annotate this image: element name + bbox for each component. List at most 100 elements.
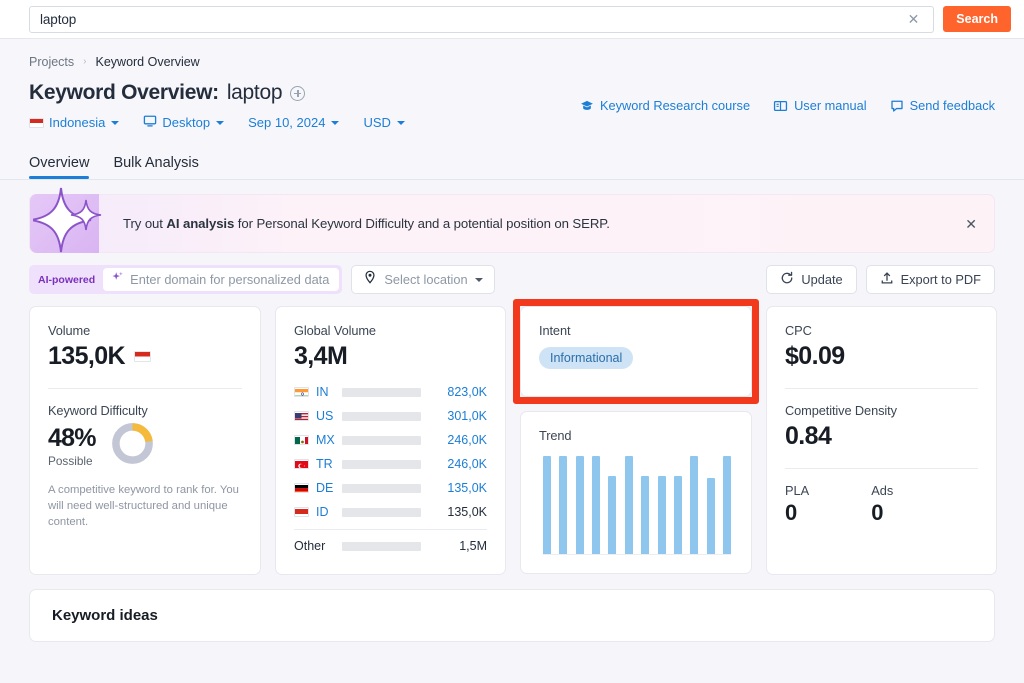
filter-bar: Indonesia Desktop Sep 10, 2024 USD: [29, 114, 995, 131]
tab-overview[interactable]: Overview: [29, 155, 90, 179]
country-volume-value[interactable]: 246,0K: [430, 433, 487, 447]
global-volume-other-row: Other 1,5M: [294, 534, 487, 558]
volume-card: Volume 135,0K Keyword Difficulty 48% Pos…: [29, 306, 261, 575]
ads-metric: Ads 0: [871, 483, 893, 526]
domain-input[interactable]: Enter domain for personalized data: [103, 268, 340, 291]
flag-mexico-icon: [294, 435, 309, 445]
sparkle-icon: [30, 187, 102, 253]
chevron-down-icon: [331, 120, 340, 125]
page-title-prefix: Keyword Overview:: [29, 81, 219, 104]
trend-bar: [575, 456, 584, 554]
keyword-research-course-link[interactable]: Keyword Research course: [580, 98, 750, 113]
ai-banner-text-bold: AI analysis: [166, 216, 235, 231]
analysis-toolbar: AI-powered Enter domain for personalized…: [29, 265, 995, 294]
pla-metric: PLA 0: [785, 483, 809, 526]
filter-device[interactable]: Desktop: [143, 114, 225, 131]
chevron-down-icon: [396, 120, 405, 125]
divider: [785, 468, 978, 469]
country-volume-value[interactable]: 246,0K: [430, 457, 487, 471]
country-volume-value[interactable]: 301,0K: [430, 409, 487, 423]
filter-currency[interactable]: USD: [363, 115, 405, 130]
global-volume-row: US 301,0K: [294, 404, 487, 428]
flag-indonesia-icon: [294, 507, 309, 517]
flag-indonesia-icon: [134, 351, 152, 362]
competitive-density-value: 0.84: [785, 422, 832, 450]
search-input-value: laptop: [40, 11, 77, 27]
filter-date-label: Sep 10, 2024: [248, 115, 326, 130]
keyword-difficulty-donut-chart: [110, 421, 155, 471]
ai-banner-text: Try out AI analysis for Personal Keyword…: [99, 216, 610, 231]
update-button[interactable]: Update: [766, 265, 857, 294]
breadcrumb-separator-icon: ›: [83, 56, 87, 67]
country-code-link[interactable]: US: [309, 409, 342, 423]
trend-bar: [641, 475, 650, 554]
filter-date[interactable]: Sep 10, 2024: [248, 115, 340, 130]
send-feedback-link[interactable]: Send feedback: [890, 98, 995, 113]
intent-badge[interactable]: Informational: [539, 347, 634, 369]
clear-search-icon[interactable]: ✕: [904, 12, 924, 26]
ads-label: Ads: [871, 483, 894, 498]
trend-bar: [543, 456, 551, 554]
flag-usa-icon: [294, 411, 309, 421]
global-volume-row: ID 135,0K: [294, 500, 487, 524]
tab-bulk-analysis[interactable]: Bulk Analysis: [113, 155, 198, 179]
search-input[interactable]: laptop ✕: [29, 5, 935, 33]
country-volume-value[interactable]: 135,0K: [430, 481, 487, 495]
global-volume-value: 3,4M: [294, 342, 348, 370]
global-search-bar: laptop ✕ Search: [0, 0, 1024, 39]
location-select-label: Select location: [384, 272, 468, 287]
export-pdf-button[interactable]: Export to PDF: [865, 265, 995, 294]
country-volume-value[interactable]: 823,0K: [430, 385, 487, 399]
user-manual-label: User manual: [794, 98, 867, 113]
country-code-link[interactable]: TR: [309, 457, 342, 471]
search-button[interactable]: Search: [943, 6, 1011, 32]
country-code-link[interactable]: ID: [309, 505, 342, 519]
volume-bar: [342, 387, 421, 397]
country-code-link[interactable]: IN: [309, 385, 342, 399]
trend-bar: [706, 477, 715, 554]
keyword-ideas-section: Keyword ideas: [29, 589, 995, 642]
trend-bar: [690, 456, 699, 554]
flag-india-icon: [294, 387, 309, 397]
other-label: Other: [294, 539, 326, 553]
add-to-list-icon[interactable]: [290, 85, 306, 101]
global-volume-card: Global Volume 3,4M IN 823,0K US 301,0K M…: [275, 306, 506, 575]
intent-trend-column: Intent Informational Trend: [513, 299, 759, 575]
country-code-link[interactable]: MX: [309, 433, 342, 447]
trend-bar: [559, 456, 568, 554]
location-select[interactable]: Select location: [351, 265, 495, 294]
monitor-icon: [143, 114, 157, 131]
refresh-icon: [780, 271, 794, 288]
book-icon: [773, 99, 788, 113]
pla-ads-row: PLA 0 Ads 0: [785, 483, 978, 526]
close-banner-icon[interactable]: ✕: [965, 217, 977, 231]
breadcrumb-projects[interactable]: Projects: [29, 55, 74, 69]
page-header: Projects › Keyword Overview Keyword Rese…: [0, 39, 1024, 180]
global-volume-row: MX 246,0K: [294, 428, 487, 452]
keyword-difficulty-label: Keyword Difficulty: [48, 403, 148, 418]
intent-card-wrapper: Intent Informational: [513, 299, 759, 404]
keyword-ideas-title: Keyword ideas: [52, 607, 158, 624]
competitive-density-label: Competitive Density: [785, 403, 897, 418]
keyword-difficulty-description: A competitive keyword to rank for. You w…: [48, 484, 239, 529]
update-button-label: Update: [801, 272, 843, 287]
divider: [48, 388, 242, 389]
breadcrumb-current: Keyword Overview: [95, 54, 200, 69]
flag-germany-icon: [294, 483, 309, 493]
user-manual-link[interactable]: User manual: [773, 98, 867, 113]
trend-bar: [624, 456, 633, 554]
domain-input-placeholder: Enter domain for personalized data: [130, 272, 330, 287]
trend-bar: [722, 456, 731, 554]
country-code-link[interactable]: DE: [309, 481, 342, 495]
filter-country[interactable]: Indonesia: [29, 115, 120, 130]
volume-label: Volume: [48, 323, 91, 338]
keyword-difficulty-status: Possible: [48, 454, 93, 468]
filter-currency-label: USD: [363, 115, 391, 130]
volume-bar: [342, 411, 421, 421]
trend-bar: [657, 475, 666, 554]
cpc-value: $0.09: [785, 342, 845, 370]
ai-banner-text-after: for Personal Keyword Difficulty and a po…: [234, 216, 610, 231]
graduation-cap-icon: [580, 99, 594, 113]
intent-label: Intent: [539, 323, 571, 338]
cpc-card: CPC $0.09 Competitive Density 0.84 PLA 0…: [766, 306, 997, 575]
